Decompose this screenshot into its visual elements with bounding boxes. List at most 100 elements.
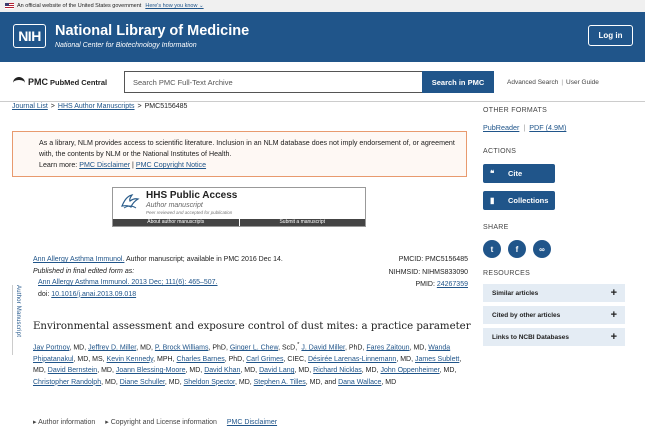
plus-icon: + bbox=[610, 309, 617, 321]
article-info-links: ▸ Author information ▸ Copyright and Lic… bbox=[33, 418, 277, 426]
author-link[interactable]: Charles Barnes bbox=[176, 356, 224, 363]
hhs-subtitle-2: Peer reviewed and accepted for publicati… bbox=[146, 210, 233, 215]
pmc-logo[interactable]: PMC PubMed Central bbox=[12, 75, 107, 89]
bookmark-icon: ▮ bbox=[490, 196, 495, 205]
cite-button[interactable]: ❝ Cite bbox=[483, 164, 555, 183]
hhs-title: HHS Public Access bbox=[146, 190, 238, 201]
article-title: Environmental assessment and exposure co… bbox=[33, 321, 471, 332]
author-link[interactable]: Ginger L. Chew bbox=[230, 344, 278, 351]
breadcrumb-current: PMC5156485 bbox=[144, 103, 188, 110]
final-ref-link[interactable]: Ann Allergy Asthma Immunol. 2013 Dec; 11… bbox=[38, 279, 218, 286]
share-heading: SHARE bbox=[483, 224, 509, 231]
right-sidebar: OTHER FORMATS PubReader | PDF (4.9M) ACTIO… bbox=[483, 107, 625, 350]
pmc-disclaimer-bottom-link[interactable]: PMC Disclaimer bbox=[227, 419, 277, 426]
pmc-disclaimer-link[interactable]: PMC Disclaimer bbox=[79, 161, 130, 169]
author-link[interactable]: David Khan bbox=[204, 367, 240, 374]
author-link[interactable]: John Oppenheimer bbox=[380, 367, 439, 374]
author-link[interactable]: Jay Portnoy bbox=[33, 344, 69, 351]
pmc-search-bar: PMC PubMed Central Search PMC Full-Text … bbox=[0, 62, 645, 102]
author-info-toggle[interactable]: ▸ Author information bbox=[33, 419, 95, 426]
collections-button[interactable]: ▮ Collections bbox=[483, 191, 555, 210]
resource-similar-articles[interactable]: Similar articles + bbox=[483, 284, 625, 302]
nlm-subtitle: National Center for Biotechnology Inform… bbox=[55, 42, 197, 49]
nlm-title[interactable]: National Library of Medicine bbox=[55, 23, 249, 39]
citation-line1: Author manuscript; available in PMC 2016… bbox=[126, 256, 283, 263]
author-link[interactable]: Sheldon Spector bbox=[184, 379, 235, 386]
pmc-copyright-link[interactable]: PMC Copyright Notice bbox=[136, 161, 206, 169]
nihmsid: NIHMSID: NIHMS833090 bbox=[388, 268, 468, 276]
pmc-logo-icon bbox=[12, 75, 26, 89]
search-button[interactable]: Search in PMC bbox=[422, 71, 494, 93]
pmcid: PMCID: PMC5156485 bbox=[398, 256, 468, 263]
journal-link[interactable]: Ann Allergy Asthma Immunol. bbox=[33, 256, 124, 263]
author-link[interactable]: Dana Wallace bbox=[338, 379, 381, 386]
breadcrumb: Journal List > HHS Author Manuscripts > PMC5… bbox=[12, 103, 188, 110]
nlm-header: NIH National Library of Medicine Nationa… bbox=[0, 12, 645, 62]
author-manuscript-side-label: Author Manuscript bbox=[12, 285, 22, 355]
citation-block: Ann Allergy Asthma Immunol. Author manus… bbox=[33, 254, 468, 300]
copyright-toggle[interactable]: ▸ Copyright and License information bbox=[105, 419, 217, 426]
gov-banner-text: An official website of the United States… bbox=[17, 3, 142, 9]
breadcrumb-hhs[interactable]: HHS Author Manuscripts bbox=[58, 103, 135, 110]
plus-icon: + bbox=[610, 287, 617, 299]
pmid-link[interactable]: 24267359 bbox=[437, 281, 468, 288]
other-formats-heading: OTHER FORMATS bbox=[483, 107, 548, 114]
pmid-label: PMID: bbox=[415, 281, 435, 288]
nlm-notice: As a library, NLM provides access to sci… bbox=[12, 131, 467, 177]
author-link[interactable]: Kevin Kennedy bbox=[107, 356, 154, 363]
advanced-search-link[interactable]: Advanced Search bbox=[507, 79, 558, 86]
author-link[interactable]: Fares Zaitoun bbox=[366, 344, 409, 351]
search-links: Advanced Search | User Guide bbox=[507, 79, 599, 86]
search-input[interactable]: Search PMC Full-Text Archive bbox=[124, 71, 422, 93]
resource-cited-by[interactable]: Cited by other articles + bbox=[483, 306, 625, 324]
nih-logo[interactable]: NIH bbox=[13, 24, 46, 48]
author-link[interactable]: Stephen A. Tilles bbox=[254, 379, 306, 386]
side-label-text: Author Manuscript bbox=[15, 285, 21, 338]
link-icon[interactable]: ∞ bbox=[533, 240, 551, 258]
author-link[interactable]: Richard Nicklas bbox=[313, 367, 362, 374]
doi-link[interactable]: 10.1016/j.anai.2013.09.018 bbox=[51, 291, 136, 298]
plus-icon: + bbox=[610, 331, 617, 343]
notice-text: As a library, NLM provides access to sci… bbox=[39, 139, 455, 158]
about-manuscripts-link[interactable]: About author manuscripts bbox=[113, 219, 239, 226]
login-button[interactable]: Log in bbox=[588, 25, 633, 46]
hhs-public-access-banner: HHS Public Access Author manuscript Peer… bbox=[112, 187, 366, 227]
hhs-footer: About author manuscripts Submit a manusc… bbox=[113, 219, 365, 226]
quote-icon: ❝ bbox=[490, 169, 495, 178]
resources-list: Similar articles + Cited by other article… bbox=[483, 284, 625, 346]
format-links: PubReader | PDF (4.9M) bbox=[483, 123, 567, 132]
published-label: Published in final edited form as: bbox=[33, 267, 135, 275]
resource-ncbi-links[interactable]: Links to NCBI Databases + bbox=[483, 328, 625, 346]
author-link[interactable]: P. Brock Williams bbox=[155, 344, 209, 351]
twitter-icon[interactable]: t bbox=[483, 240, 501, 258]
author-link[interactable]: Désirée Larenas-Linnemann bbox=[308, 356, 396, 363]
pubreader-link[interactable]: PubReader bbox=[483, 123, 519, 132]
author-link[interactable]: Carl Grimes bbox=[246, 356, 283, 363]
pdf-link[interactable]: PDF (4.9M) bbox=[529, 123, 566, 132]
author-link[interactable]: David Bernstein bbox=[48, 367, 97, 374]
user-guide-link[interactable]: User Guide bbox=[566, 79, 599, 86]
resources-heading: RESOURCES bbox=[483, 270, 531, 277]
author-link[interactable]: Christopher Randolph bbox=[33, 379, 101, 386]
author-link[interactable]: James Sublett bbox=[415, 356, 459, 363]
pmc-logo-text: PMC bbox=[28, 77, 48, 87]
learn-more-label: Learn more: bbox=[39, 161, 78, 169]
main-content: Journal List > HHS Author Manuscripts > PMC5… bbox=[12, 103, 467, 227]
breadcrumb-journal-list[interactable]: Journal List bbox=[12, 103, 48, 110]
author-link[interactable]: Diane Schuller bbox=[120, 379, 165, 386]
heres-how-link[interactable]: Here's how you know ⌄ bbox=[145, 3, 203, 9]
author-link[interactable]: J. David Miller bbox=[301, 344, 345, 351]
author-link[interactable]: David Lang bbox=[259, 367, 294, 374]
us-flag-icon bbox=[5, 3, 14, 9]
author-link[interactable]: Jeffrey D. Miller bbox=[88, 344, 136, 351]
share-buttons: t f ∞ bbox=[483, 240, 625, 258]
hhs-subtitle: Author manuscript bbox=[146, 202, 203, 209]
author-list: Jay Portnoy, MD, Jeffrey D. Miller, MD, … bbox=[33, 342, 462, 386]
author-link[interactable]: Joann Blessing-Moore bbox=[116, 367, 186, 374]
actions-heading: ACTIONS bbox=[483, 148, 517, 155]
gov-banner: An official website of the United States… bbox=[0, 0, 645, 12]
pmc-logo-name: PubMed Central bbox=[50, 77, 108, 87]
facebook-icon[interactable]: f bbox=[508, 240, 526, 258]
hhs-eagle-icon bbox=[121, 194, 140, 209]
submit-manuscript-link[interactable]: Submit a manuscript bbox=[238, 219, 366, 226]
